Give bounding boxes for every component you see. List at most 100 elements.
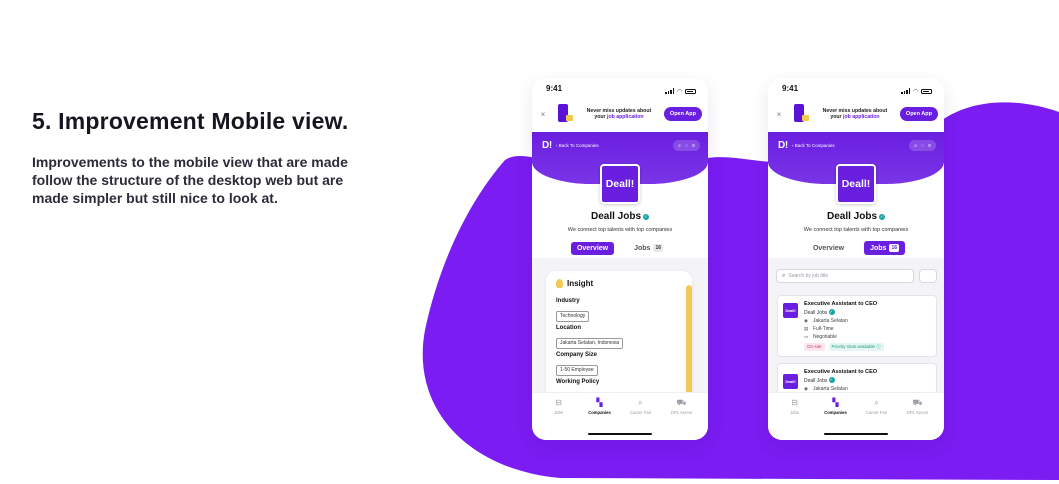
nav-item-jobs[interactable]: ⊟ Jobs (541, 398, 577, 415)
job-search-input[interactable]: ⌕ Search by job title (776, 269, 914, 283)
menu-icon[interactable]: ≡ (692, 143, 695, 149)
verified-icon: ✓ (879, 214, 886, 220)
banner-text: Never miss updates about your job applic… (822, 108, 888, 120)
home-indicator (588, 433, 652, 435)
status-bar: 9:41 ◠ (768, 78, 944, 98)
job-company: Deall Jobs ✓ (804, 308, 931, 316)
job-salary: ▭ Negotiable (804, 333, 837, 340)
bottom-navigation: ⊟ Jobs ▚ Companies ⌕ Career Fair ⛟ DPL Xenon (532, 392, 708, 440)
location-pin-icon: ◉ (804, 385, 808, 391)
phone-mockup-overview: 9:41 ◠ × Never miss updates about your j… (532, 78, 708, 440)
insight-title: Insight (556, 279, 593, 288)
signal-icon (901, 88, 911, 94)
deall-logo-small[interactable]: D! (778, 140, 788, 151)
jobs-count-badge: 16 (889, 244, 900, 252)
slide-text-block: 5. Improvement Mobile view. Improvements… (32, 108, 392, 207)
nav-item-companies[interactable]: ▚ Companies (582, 398, 618, 415)
phone-mockup-jobs: 9:41 ◠ × Never miss updates about your j… (768, 78, 944, 440)
search-placeholder: Search by job title (788, 273, 829, 279)
job-company-logo: Deall! (783, 374, 798, 389)
insight-card: Insight Industry Technology Location Jak… (546, 271, 692, 411)
building-icon: ▚ (596, 398, 603, 407)
signal-icon (665, 88, 675, 94)
job-location: ◉ Jakarta Selatan (804, 317, 848, 324)
dpl-icon: ⛟ (912, 398, 923, 407)
job-company: Deall Jobs ✓ (804, 376, 931, 384)
loading-icon: ◌ (921, 142, 925, 149)
header-actions: ⌕ ◌ ≡ (909, 140, 936, 151)
insight-field-location: Location Jakarta Selatan, Indonesia (556, 325, 624, 349)
search-icon: ⌕ (782, 272, 786, 279)
company-name: Deall Jobs ✓ (590, 211, 650, 222)
battery-icon (921, 88, 932, 94)
search-icon[interactable]: ⌕ (678, 143, 681, 149)
jobs-count-badge: 16 (653, 244, 664, 252)
bottom-navigation: ⊟ Jobs ▚ Companies ⌕ Career Fair ⛟ DPL Xenon (768, 392, 944, 440)
insight-field-company-size: Company Size 1-50 Employee (556, 352, 598, 376)
job-location: ◉ Jakarta Selatan (804, 385, 848, 392)
close-icon[interactable]: × (774, 110, 784, 119)
open-app-button[interactable]: Open App (899, 107, 938, 121)
home-indicator (824, 433, 888, 435)
job-title: Executive Assistant to CEO (804, 301, 878, 307)
building-icon: ▚ (832, 398, 839, 407)
company-name: Deall Jobs ✓ (826, 211, 886, 222)
header-actions: ⌕ ◌ ≡ (673, 140, 700, 151)
app-banner: × Never miss updates about your job appl… (532, 96, 708, 132)
menu-icon[interactable]: ≡ (928, 143, 931, 149)
phone-illustration-icon (790, 103, 810, 125)
job-title: Executive Assistant to CEO (804, 369, 878, 375)
location-pin-icon: ◉ (804, 317, 808, 323)
company-logo: Deall! (600, 164, 640, 204)
company-tagline: We connect top talents with top companie… (567, 227, 673, 233)
job-company-logo: Deall! (783, 303, 798, 318)
close-icon[interactable]: × (538, 110, 548, 119)
job-type: ▤ Full-Time (804, 325, 834, 332)
nav-item-career-fair[interactable]: ⌕ Career Fair (623, 398, 659, 415)
back-to-companies-link[interactable]: ‹ Back To Companies (792, 143, 835, 148)
lightbulb-icon (556, 279, 563, 288)
onsite-badge: On-site (804, 342, 825, 351)
nav-item-dpl-xenon[interactable]: ⛟ DPL Xenon (664, 398, 700, 415)
verified-icon: ✓ (829, 308, 836, 315)
slide-heading: 5. Improvement Mobile view. (32, 108, 349, 134)
priority-slots-badge: Priority slots available ⓘ (828, 342, 884, 351)
company-logo: Deall! (836, 164, 876, 204)
briefcase-icon: ▤ (804, 325, 809, 331)
nav-item-jobs[interactable]: ⊟ Jobs (777, 398, 813, 415)
nav-item-dpl-xenon[interactable]: ⛟ DPL Xenon (900, 398, 936, 415)
tab-overview[interactable]: Overview (807, 242, 850, 255)
back-to-companies-link[interactable]: ‹ Back To Companies (556, 143, 599, 148)
company-tabs: Overview Jobs 16 (768, 241, 944, 255)
verified-icon: ✓ (643, 214, 650, 220)
search-icon[interactable]: ⌕ (914, 143, 917, 149)
briefcase-icon: ⊟ (791, 398, 798, 407)
company-tabs: Overview Jobs 16 (532, 241, 708, 255)
banner-text: Never miss updates about your job applic… (586, 108, 652, 120)
briefcase-icon: ⊟ (555, 398, 562, 407)
career-fair-icon: ⌕ (638, 398, 643, 407)
filter-button[interactable] (919, 269, 937, 283)
wifi-icon: ◠ (913, 88, 918, 95)
company-tagline: We connect top talents with top companie… (803, 227, 909, 233)
slide-description: Improvements to the mobile view that are… (32, 154, 348, 206)
nav-item-companies[interactable]: ▚ Companies (818, 398, 854, 415)
deall-logo-small[interactable]: D! (542, 140, 552, 151)
status-bar: 9:41 ◠ (532, 78, 708, 98)
dpl-icon: ⛟ (676, 398, 687, 407)
job-card[interactable]: Deall! Executive Assistant to CEO Deall … (777, 295, 937, 357)
money-icon: ▭ (804, 333, 809, 339)
career-fair-icon: ⌕ (874, 398, 879, 407)
loading-icon: ◌ (685, 142, 689, 149)
open-app-button[interactable]: Open App (663, 107, 702, 121)
phone-illustration-icon (554, 103, 574, 125)
tab-jobs[interactable]: Jobs 16 (864, 241, 906, 255)
battery-icon (685, 88, 696, 94)
app-banner: × Never miss updates about your job appl… (768, 96, 944, 132)
tab-overview[interactable]: Overview (570, 241, 615, 255)
nav-item-career-fair[interactable]: ⌕ Career Fair (859, 398, 895, 415)
tab-jobs[interactable]: Jobs 16 (628, 241, 669, 255)
insight-field-industry: Industry Technology (556, 298, 590, 322)
wifi-icon: ◠ (677, 88, 682, 95)
verified-icon: ✓ (829, 376, 836, 383)
